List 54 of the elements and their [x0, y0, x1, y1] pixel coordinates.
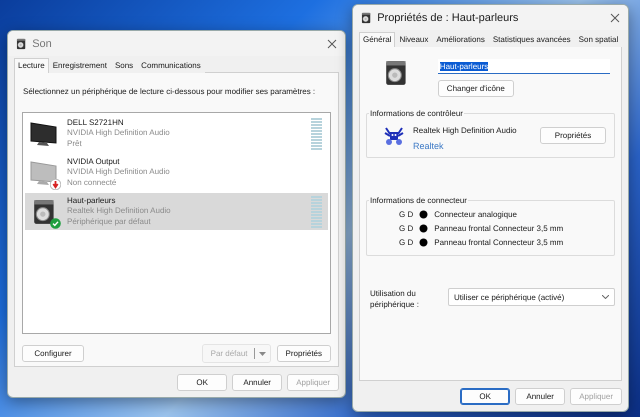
realtek-link[interactable]: Realtek: [413, 141, 532, 151]
monitor-icon: [29, 120, 59, 146]
connector-label: Connecteur analogique: [434, 210, 517, 218]
properties-button[interactable]: Propriétés: [276, 345, 331, 362]
device-driver: NVIDIA High Definition Audio: [67, 128, 171, 139]
properties-button[interactable]: Propriétés: [540, 127, 606, 144]
chevron-down-icon: [602, 295, 609, 299]
speaker-icon: [361, 12, 372, 24]
dialog-button[interactable]: Annuler: [232, 374, 282, 391]
group-title: Informations de contrôleur: [369, 109, 464, 118]
device-item[interactable]: DELL S2721HN NVIDIA High Definition Audio Prêt: [25, 115, 328, 152]
device-driver: NVIDIA High Definition Audio: [67, 167, 171, 178]
configure-button[interactable]: Configurer: [22, 345, 84, 362]
channel-label: G D: [399, 224, 414, 232]
dialog-button[interactable]: OK: [177, 374, 228, 391]
usage-dropdown[interactable]: Utiliser ce périphérique (activé): [448, 288, 615, 306]
jack-dot-icon: [419, 224, 428, 232]
dialog-button[interactable]: OK: [460, 388, 510, 405]
device-name: Haut-parleurs: [67, 196, 116, 206]
crab-logo-icon: [383, 126, 405, 146]
connector-label: Panneau frontal Connecteur 3,5 mm: [434, 238, 564, 246]
tab[interactable]: Enregistrement: [48, 58, 111, 73]
controller-name: Realtek High Definition Audio: [413, 126, 518, 135]
usage-label: Utilisation du périphérique :: [370, 288, 420, 310]
change-icon-button[interactable]: Changer d'icône: [438, 80, 514, 97]
tab[interactable]: Général: [359, 32, 396, 47]
device-item[interactable]: Haut-parleurs Realtek High Definition Audio Périphérique par défaut: [25, 193, 328, 230]
jack-dot-icon: [419, 210, 428, 218]
speaker-icon: [384, 59, 408, 87]
channel-label: G D: [399, 210, 414, 218]
window-title: Propriétés de : Haut-parleurs: [377, 12, 520, 24]
group-title: Informations de connecteur: [369, 196, 468, 205]
speaker-icon: [16, 38, 26, 50]
level-meter-icon: [311, 116, 322, 150]
connector-label: Panneau frontal Connecteur 3,5 mm: [434, 224, 564, 232]
device-status: Non connecté: [67, 178, 118, 188]
device-status: Prêt: [67, 138, 83, 150]
jack-dot-icon: [419, 238, 428, 246]
close-icon[interactable]: [327, 38, 337, 48]
speaker-icon: [32, 198, 56, 226]
device-item[interactable]: NVIDIA Output NVIDIA High Definition Audio Non connecté: [25, 154, 328, 191]
device-name: DELL S2721HN: [67, 118, 125, 128]
device-status: Périphérique par défaut: [67, 216, 152, 228]
channel-label: G D: [399, 238, 414, 246]
instruction-text: Sélectionnez un périphérique de lecture ci-dessous pour modifier ses paramètres :: [23, 87, 316, 96]
device-name: NVIDIA Output: [67, 156, 120, 168]
close-icon[interactable]: [610, 12, 620, 22]
dialog-button[interactable]: Annuler: [515, 388, 566, 405]
name-input-field[interactable]: Haut-parleurs: [438, 59, 610, 74]
monitor-icon: [29, 160, 59, 186]
device-driver: Realtek High Definition Audio: [67, 206, 172, 217]
tab[interactable]: Lecture: [14, 58, 49, 73]
window-title: Son: [32, 38, 53, 50]
level-meter-icon: [311, 194, 322, 228]
